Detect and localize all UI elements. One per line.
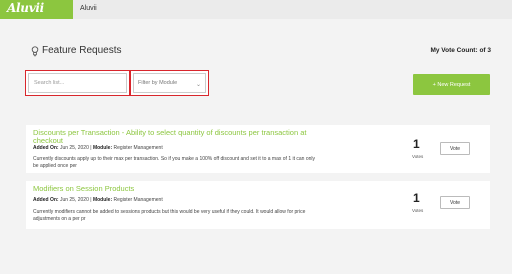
search-input[interactable]: Search list... [28, 73, 127, 93]
logo-text: Aluvii [7, 1, 44, 15]
vote-button[interactable]: Vote [440, 142, 470, 155]
page-title: Feature Requests [42, 45, 122, 56]
added-on-date: Jun 25, 2020 [59, 145, 89, 151]
request-description: Currently modifiers cannot be added to s… [33, 209, 306, 222]
request-card: Modifiers on Session Products Added On: … [26, 181, 490, 229]
search-highlight: Search list... [25, 70, 130, 96]
request-meta: Added On: Jun 25, 2020 | Module: Registe… [33, 197, 163, 203]
vote-count-value: of 3 [479, 47, 491, 54]
vote-button[interactable]: Vote [440, 196, 470, 209]
vote-total: 1 [413, 191, 420, 205]
added-on-label: Added On: [33, 145, 59, 151]
added-on-label: Added On: [33, 197, 59, 203]
request-meta: Added On: Jun 25, 2020 | Module: Registe… [33, 145, 163, 151]
lightbulb-icon [31, 46, 39, 57]
module-label: Module: [92, 145, 113, 151]
top-bar: Aluvii Aluvii [0, 0, 512, 19]
request-card: Discounts per Transaction - Ability to s… [26, 125, 490, 173]
module-filter-highlight: Filter by Module ⌄ [130, 70, 209, 96]
vote-total: 1 [413, 137, 420, 151]
votes-label: Votes [412, 154, 424, 159]
app-name: Aluvii [80, 5, 97, 12]
vote-count-label: My Vote Count: [430, 47, 478, 54]
chevron-down-icon: ⌄ [195, 82, 201, 88]
module-name: Register Management [113, 145, 163, 151]
page-header: Feature Requests My Vote Count: of 3 [31, 45, 491, 59]
module-filter-select[interactable]: Filter by Module ⌄ [133, 73, 206, 93]
new-request-button[interactable]: + New Request [413, 74, 490, 95]
module-label: Module: [92, 197, 113, 203]
request-title[interactable]: Discounts per Transaction - Ability to s… [33, 129, 318, 145]
request-title[interactable]: Modifiers on Session Products [33, 185, 318, 193]
logo[interactable]: Aluvii [0, 0, 73, 19]
votes-label: Votes [412, 208, 424, 213]
added-on-date: Jun 25, 2020 [59, 197, 89, 203]
vote-count: My Vote Count: of 3 [430, 47, 491, 54]
request-description: Currently discounts apply up to their ma… [33, 156, 316, 169]
module-name: Register Management [113, 197, 163, 203]
search-placeholder: Search list... [34, 80, 65, 86]
module-filter-label: Filter by Module [138, 80, 178, 86]
